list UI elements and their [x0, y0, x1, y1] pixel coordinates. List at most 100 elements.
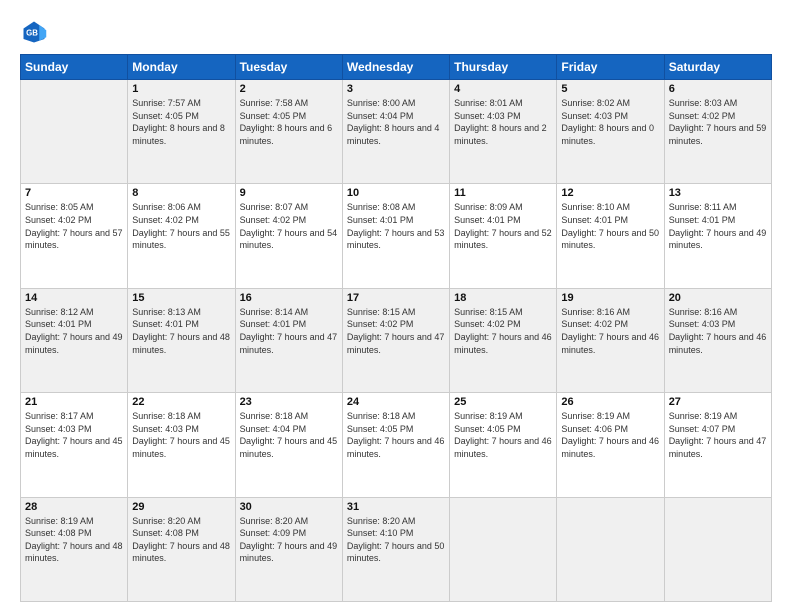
calendar-day-cell: 2 Sunrise: 7:58 AMSunset: 4:05 PMDayligh… [235, 80, 342, 184]
day-info: Sunrise: 8:16 AMSunset: 4:03 PMDaylight:… [669, 306, 767, 356]
calendar-day-cell: 14 Sunrise: 8:12 AMSunset: 4:01 PMDaylig… [21, 288, 128, 392]
calendar-day-cell: 22 Sunrise: 8:18 AMSunset: 4:03 PMDaylig… [128, 393, 235, 497]
calendar-week-row: 1 Sunrise: 7:57 AMSunset: 4:05 PMDayligh… [21, 80, 772, 184]
calendar-day-cell: 12 Sunrise: 8:10 AMSunset: 4:01 PMDaylig… [557, 184, 664, 288]
calendar-day-cell: 16 Sunrise: 8:14 AMSunset: 4:01 PMDaylig… [235, 288, 342, 392]
calendar-day-cell: 9 Sunrise: 8:07 AMSunset: 4:02 PMDayligh… [235, 184, 342, 288]
logo: GB [20, 18, 52, 46]
weekday-header: Sunday [21, 55, 128, 80]
day-info: Sunrise: 8:18 AMSunset: 4:04 PMDaylight:… [240, 410, 338, 460]
day-number: 18 [454, 292, 552, 304]
day-info: Sunrise: 8:13 AMSunset: 4:01 PMDaylight:… [132, 306, 230, 356]
calendar-header-row: SundayMondayTuesdayWednesdayThursdayFrid… [21, 55, 772, 80]
day-number: 6 [669, 83, 767, 95]
day-info: Sunrise: 8:10 AMSunset: 4:01 PMDaylight:… [561, 201, 659, 251]
day-info: Sunrise: 8:08 AMSunset: 4:01 PMDaylight:… [347, 201, 445, 251]
calendar-day-cell: 7 Sunrise: 8:05 AMSunset: 4:02 PMDayligh… [21, 184, 128, 288]
day-number: 7 [25, 187, 123, 199]
calendar-week-row: 21 Sunrise: 8:17 AMSunset: 4:03 PMDaylig… [21, 393, 772, 497]
calendar-day-cell: 20 Sunrise: 8:16 AMSunset: 4:03 PMDaylig… [664, 288, 771, 392]
day-number: 9 [240, 187, 338, 199]
day-number: 11 [454, 187, 552, 199]
calendar-week-row: 7 Sunrise: 8:05 AMSunset: 4:02 PMDayligh… [21, 184, 772, 288]
day-number: 29 [132, 501, 230, 513]
day-info: Sunrise: 8:19 AMSunset: 4:08 PMDaylight:… [25, 515, 123, 565]
calendar-day-cell: 4 Sunrise: 8:01 AMSunset: 4:03 PMDayligh… [450, 80, 557, 184]
calendar-day-cell: 17 Sunrise: 8:15 AMSunset: 4:02 PMDaylig… [342, 288, 449, 392]
calendar-week-row: 28 Sunrise: 8:19 AMSunset: 4:08 PMDaylig… [21, 497, 772, 601]
calendar-day-cell: 25 Sunrise: 8:19 AMSunset: 4:05 PMDaylig… [450, 393, 557, 497]
day-info: Sunrise: 8:06 AMSunset: 4:02 PMDaylight:… [132, 201, 230, 251]
day-info: Sunrise: 8:02 AMSunset: 4:03 PMDaylight:… [561, 97, 659, 147]
weekday-header: Wednesday [342, 55, 449, 80]
day-info: Sunrise: 8:16 AMSunset: 4:02 PMDaylight:… [561, 306, 659, 356]
svg-text:GB: GB [26, 29, 38, 38]
calendar-day-cell: 18 Sunrise: 8:15 AMSunset: 4:02 PMDaylig… [450, 288, 557, 392]
day-info: Sunrise: 8:05 AMSunset: 4:02 PMDaylight:… [25, 201, 123, 251]
day-info: Sunrise: 8:19 AMSunset: 4:05 PMDaylight:… [454, 410, 552, 460]
calendar-day-cell: 15 Sunrise: 8:13 AMSunset: 4:01 PMDaylig… [128, 288, 235, 392]
day-number: 13 [669, 187, 767, 199]
day-info: Sunrise: 8:18 AMSunset: 4:03 PMDaylight:… [132, 410, 230, 460]
day-number: 12 [561, 187, 659, 199]
calendar-day-cell: 6 Sunrise: 8:03 AMSunset: 4:02 PMDayligh… [664, 80, 771, 184]
day-number: 20 [669, 292, 767, 304]
day-number: 4 [454, 83, 552, 95]
calendar-day-cell: 8 Sunrise: 8:06 AMSunset: 4:02 PMDayligh… [128, 184, 235, 288]
day-number: 26 [561, 396, 659, 408]
day-number: 24 [347, 396, 445, 408]
calendar-day-cell [450, 497, 557, 601]
day-number: 25 [454, 396, 552, 408]
day-number: 28 [25, 501, 123, 513]
day-number: 27 [669, 396, 767, 408]
day-number: 16 [240, 292, 338, 304]
day-info: Sunrise: 8:19 AMSunset: 4:07 PMDaylight:… [669, 410, 767, 460]
day-info: Sunrise: 8:15 AMSunset: 4:02 PMDaylight:… [454, 306, 552, 356]
day-info: Sunrise: 8:18 AMSunset: 4:05 PMDaylight:… [347, 410, 445, 460]
day-info: Sunrise: 8:03 AMSunset: 4:02 PMDaylight:… [669, 97, 767, 147]
calendar-day-cell: 3 Sunrise: 8:00 AMSunset: 4:04 PMDayligh… [342, 80, 449, 184]
day-info: Sunrise: 8:14 AMSunset: 4:01 PMDaylight:… [240, 306, 338, 356]
calendar-day-cell: 21 Sunrise: 8:17 AMSunset: 4:03 PMDaylig… [21, 393, 128, 497]
day-info: Sunrise: 8:01 AMSunset: 4:03 PMDaylight:… [454, 97, 552, 147]
day-number: 3 [347, 83, 445, 95]
calendar-day-cell: 24 Sunrise: 8:18 AMSunset: 4:05 PMDaylig… [342, 393, 449, 497]
calendar-day-cell: 26 Sunrise: 8:19 AMSunset: 4:06 PMDaylig… [557, 393, 664, 497]
day-info: Sunrise: 8:20 AMSunset: 4:10 PMDaylight:… [347, 515, 445, 565]
day-info: Sunrise: 8:12 AMSunset: 4:01 PMDaylight:… [25, 306, 123, 356]
day-info: Sunrise: 7:58 AMSunset: 4:05 PMDaylight:… [240, 97, 338, 147]
day-number: 15 [132, 292, 230, 304]
weekday-header: Tuesday [235, 55, 342, 80]
day-info: Sunrise: 8:19 AMSunset: 4:06 PMDaylight:… [561, 410, 659, 460]
calendar-day-cell: 10 Sunrise: 8:08 AMSunset: 4:01 PMDaylig… [342, 184, 449, 288]
page: GB SundayMondayTuesdayWednesdayThursdayF… [0, 0, 792, 612]
calendar-day-cell: 19 Sunrise: 8:16 AMSunset: 4:02 PMDaylig… [557, 288, 664, 392]
day-number: 23 [240, 396, 338, 408]
logo-icon: GB [20, 18, 48, 46]
day-number: 1 [132, 83, 230, 95]
calendar: SundayMondayTuesdayWednesdayThursdayFrid… [20, 54, 772, 602]
day-info: Sunrise: 8:00 AMSunset: 4:04 PMDaylight:… [347, 97, 445, 147]
day-number: 21 [25, 396, 123, 408]
day-number: 10 [347, 187, 445, 199]
calendar-day-cell [664, 497, 771, 601]
calendar-day-cell [21, 80, 128, 184]
day-info: Sunrise: 8:11 AMSunset: 4:01 PMDaylight:… [669, 201, 767, 251]
day-number: 19 [561, 292, 659, 304]
calendar-day-cell: 28 Sunrise: 8:19 AMSunset: 4:08 PMDaylig… [21, 497, 128, 601]
day-number: 22 [132, 396, 230, 408]
weekday-header: Thursday [450, 55, 557, 80]
day-info: Sunrise: 7:57 AMSunset: 4:05 PMDaylight:… [132, 97, 230, 147]
calendar-day-cell: 29 Sunrise: 8:20 AMSunset: 4:08 PMDaylig… [128, 497, 235, 601]
calendar-week-row: 14 Sunrise: 8:12 AMSunset: 4:01 PMDaylig… [21, 288, 772, 392]
weekday-header: Monday [128, 55, 235, 80]
day-number: 30 [240, 501, 338, 513]
day-info: Sunrise: 8:20 AMSunset: 4:08 PMDaylight:… [132, 515, 230, 565]
day-number: 14 [25, 292, 123, 304]
weekday-header: Friday [557, 55, 664, 80]
day-info: Sunrise: 8:09 AMSunset: 4:01 PMDaylight:… [454, 201, 552, 251]
day-info: Sunrise: 8:07 AMSunset: 4:02 PMDaylight:… [240, 201, 338, 251]
day-number: 31 [347, 501, 445, 513]
day-info: Sunrise: 8:20 AMSunset: 4:09 PMDaylight:… [240, 515, 338, 565]
day-number: 8 [132, 187, 230, 199]
